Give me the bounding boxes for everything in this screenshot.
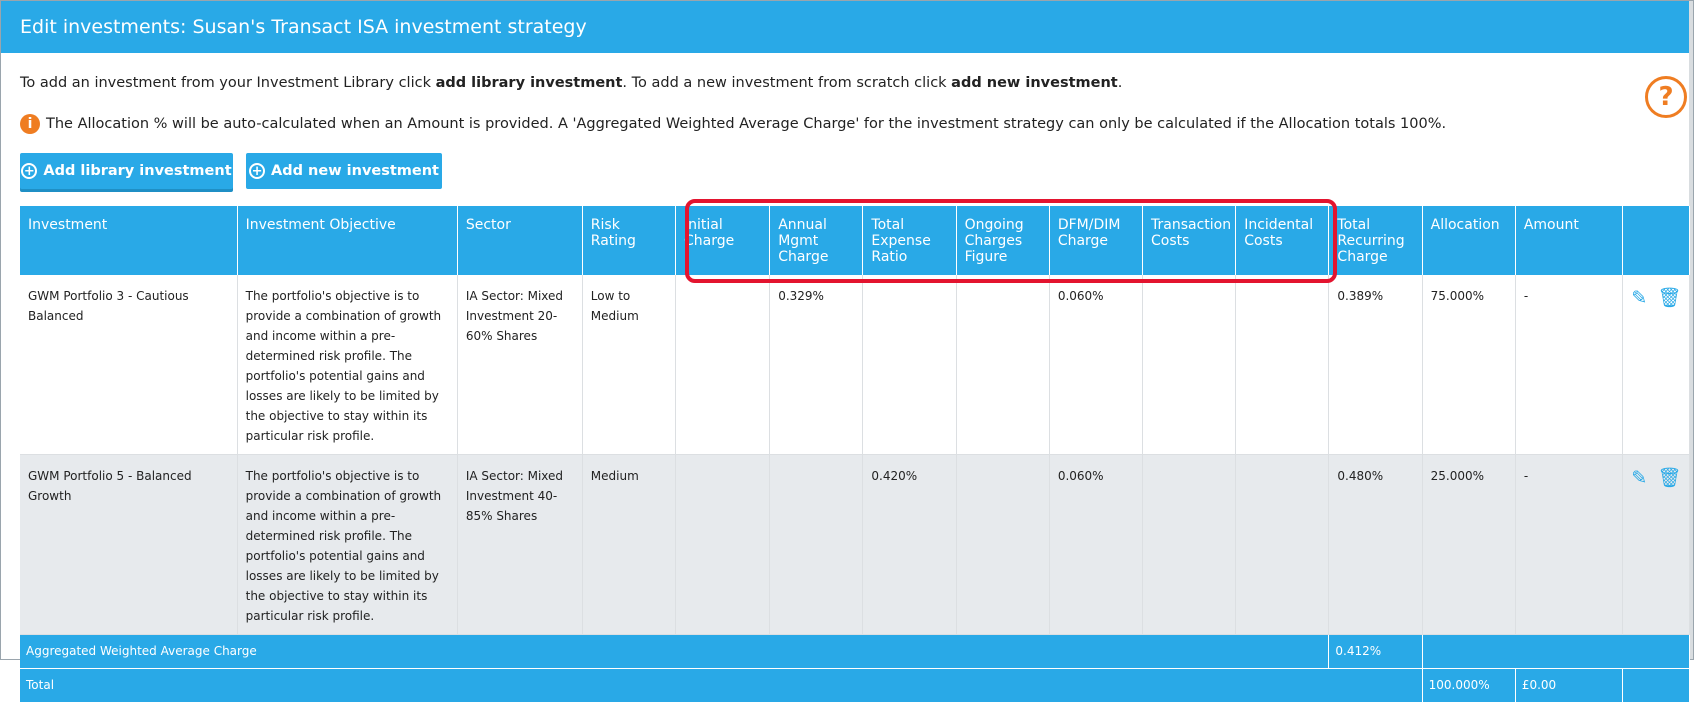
header-total-expense-ratio: Total Expense Ratio	[862, 206, 957, 275]
awac-empty	[1422, 634, 1691, 669]
info-text: The Allocation % will be auto-calculated…	[46, 116, 1447, 132]
cell-annual-mgmt-charge	[769, 454, 864, 635]
cell-ongoing-charges-figure	[956, 454, 1050, 635]
awac-value: 0.412%	[1328, 634, 1423, 669]
header-incidental-costs: Incidental Costs	[1235, 206, 1330, 275]
header-sector: Sector	[457, 206, 583, 275]
cell-incidental-costs	[1235, 275, 1330, 455]
header-amount: Amount	[1515, 206, 1624, 275]
cell-dfm-dim-charge: 0.060%	[1049, 454, 1144, 635]
edit-investments-dialog: Edit investments: Susan's Transact ISA i…	[0, 0, 1694, 703]
plus-circle-icon: +	[21, 163, 38, 179]
cell-dfm-dim-charge: 0.060%	[1049, 275, 1144, 455]
table-row: GWM Portfolio 3 - Cautious Balanced The …	[20, 275, 1690, 455]
intro-part-2: . To add a new investment from scratch c…	[622, 75, 952, 91]
total-row: Total 100.000% £0.00	[20, 668, 1690, 703]
intro-part-1: To add an investment from your Investmen…	[20, 75, 436, 91]
cell-actions: ✎ 🗑	[1622, 454, 1690, 635]
intro-text: To add an investment from your Investmen…	[20, 75, 1122, 91]
add-new-investment-button[interactable]: + Add new investment	[246, 153, 442, 189]
cell-investment: GWM Portfolio 5 - Balanced Growth	[20, 454, 238, 635]
cell-amount: -	[1515, 275, 1624, 455]
total-allocation: 100.000%	[1422, 668, 1516, 703]
header-actions	[1622, 206, 1690, 275]
investments-table: Investment Investment Objective Sector R…	[20, 206, 1691, 703]
cell-objective: The portfolio's objective is to provide …	[237, 275, 458, 455]
table-header-row: Investment Investment Objective Sector R…	[20, 206, 1690, 275]
cell-total-recurring-charge: 0.389%	[1328, 275, 1423, 455]
awac-row: Aggregated Weighted Average Charge 0.412…	[20, 634, 1691, 669]
cell-amount: -	[1515, 454, 1624, 635]
cell-total-recurring-charge: 0.480%	[1328, 454, 1423, 635]
header-initial-charge: Initial Charge	[675, 206, 771, 275]
cell-actions: ✎ 🗑	[1622, 275, 1690, 455]
total-label: Total	[20, 668, 1423, 703]
header-transaction-costs: Transaction Costs	[1142, 206, 1237, 275]
cell-transaction-costs	[1142, 454, 1237, 635]
cell-sector: IA Sector: Mixed Investment 40-85% Share…	[457, 454, 583, 635]
cell-objective: The portfolio's objective is to provide …	[237, 454, 458, 635]
cell-initial-charge	[675, 275, 771, 455]
cell-sector: IA Sector: Mixed Investment 20-60% Share…	[457, 275, 583, 455]
total-amount: £0.00	[1515, 668, 1624, 703]
header-dfm-dim-charge: DFM/DIM Charge	[1049, 206, 1144, 275]
header-allocation: Allocation	[1422, 206, 1516, 275]
cell-risk-rating: Medium	[582, 454, 676, 635]
table-row: GWM Portfolio 5 - Balanced Growth The po…	[20, 454, 1690, 635]
cell-investment: GWM Portfolio 3 - Cautious Balanced	[20, 275, 238, 455]
header-annual-mgmt-charge: Annual Mgmt Charge	[769, 206, 864, 275]
plus-circle-icon: +	[249, 163, 266, 179]
cell-ongoing-charges-figure	[956, 275, 1050, 455]
trash-icon[interactable]: 🗑	[1657, 288, 1681, 308]
help-icon[interactable]: ?	[1645, 76, 1687, 118]
info-icon: i	[20, 114, 40, 134]
add-library-investment-button[interactable]: + Add library investment	[20, 153, 233, 189]
intro-part-3: .	[1117, 75, 1123, 91]
awac-label: Aggregated Weighted Average Charge	[20, 634, 1330, 669]
cell-risk-rating: Low to Medium	[582, 275, 676, 455]
trash-icon[interactable]: 🗑	[1657, 468, 1681, 488]
cell-initial-charge	[675, 454, 771, 635]
intro-bold-new: add new investment	[951, 75, 1118, 91]
intro-bold-library: add library investment	[435, 75, 623, 91]
header-investment: Investment	[20, 206, 238, 275]
pencil-icon[interactable]: ✎	[1631, 468, 1647, 488]
total-empty	[1622, 668, 1690, 703]
header-ongoing-charges-figure: Ongoing Charges Figure	[956, 206, 1050, 275]
info-message: i The Allocation % will be auto-calculat…	[20, 114, 1446, 134]
add-library-investment-label: Add library investment	[43, 163, 232, 179]
add-new-investment-label: Add new investment	[271, 163, 439, 179]
cell-allocation: 75.000%	[1422, 275, 1516, 455]
cell-total-expense-ratio: 0.420%	[862, 454, 957, 635]
cell-total-expense-ratio	[862, 275, 957, 455]
header-risk-rating: Risk Rating	[582, 206, 676, 275]
cell-annual-mgmt-charge: 0.329%	[769, 275, 864, 455]
header-total-recurring-charge: Total Recurring Charge	[1328, 206, 1423, 275]
cell-incidental-costs	[1235, 454, 1330, 635]
pencil-icon[interactable]: ✎	[1631, 288, 1647, 308]
dialog-title: Edit investments: Susan's Transact ISA i…	[1, 1, 1693, 53]
cell-transaction-costs	[1142, 275, 1237, 455]
cell-allocation: 25.000%	[1422, 454, 1516, 635]
header-objective: Investment Objective	[237, 206, 458, 275]
